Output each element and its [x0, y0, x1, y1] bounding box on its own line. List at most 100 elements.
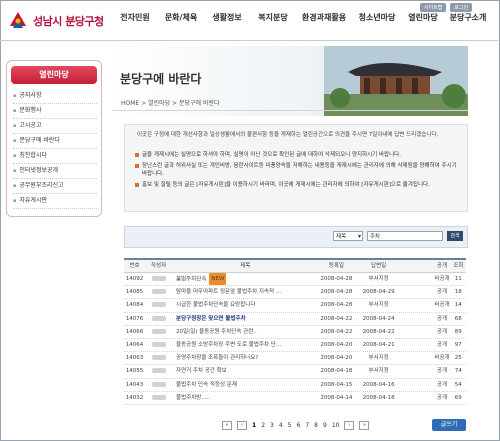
table-row[interactable]: 14084 시급한 불법주차단속을 요망합니다 2008-04-28 부서지정 비공개 1…: [124, 299, 466, 313]
table-row[interactable]: 14063 공영주차장을 조폭들이 관리하나요? 2008-04-20 부서지정 비공개…: [124, 352, 466, 366]
row-public: 비공개: [434, 302, 450, 309]
notice-item-deletion: 장난스런 글과 허위사실 또는 개인비방, 음란사이트등 미풍양속을 저해하는 …: [135, 162, 461, 178]
page-9[interactable]: 9: [323, 422, 327, 429]
nav-item-about[interactable]: 분당구소개: [444, 12, 492, 23]
row-title[interactable]: 자연거 주차 공간 확보: [172, 365, 314, 377]
first-page-icon[interactable]: «: [222, 421, 232, 430]
header-divider: [0, 40, 498, 41]
table-row[interactable]: 14043 불법주차 단속 적정성 문제 2008-04-15 2008-04-16 공…: [124, 379, 466, 392]
page-4[interactable]: 4: [279, 422, 283, 429]
row-answered: 2008-04-21: [362, 341, 395, 348]
row-views: 54: [454, 381, 462, 388]
page-10[interactable]: 10: [332, 422, 340, 429]
row-answer-spacer: [399, 273, 434, 285]
row-registered: 2008-04-14: [320, 394, 353, 401]
row-author: [145, 299, 172, 311]
nav-item-culture[interactable]: 문화/체육: [158, 12, 204, 23]
row-title[interactable]: 탐마을 머우아파트 정문앞 불법주차 지속적 ...: [172, 286, 314, 298]
row-views: 68: [454, 315, 462, 322]
row-answer-spacer: [399, 313, 434, 325]
row-registered: 2008-04-18: [320, 368, 353, 375]
author-redacted: [151, 289, 166, 295]
search-input[interactable]: 주차: [367, 231, 443, 241]
search-bar: 제목 주차 검색: [124, 226, 468, 248]
row-title[interactable]: 시급한 불법주차단속을 요망합니다: [172, 299, 314, 311]
author-redacted: [151, 368, 166, 374]
sidebar-item-requests[interactable]: 분당구에 바란다: [13, 134, 97, 149]
row-answer-spacer: [399, 299, 434, 311]
row-title[interactable]: 율동공원 소방주차장 주변 도로 불법주차 단...: [172, 339, 314, 351]
row-answered: 부서지정: [368, 276, 389, 282]
nav-item-youth[interactable]: 청소년마당: [352, 12, 402, 23]
sidebar-item-notice[interactable]: 공지사항: [13, 89, 97, 104]
row-registered: 2008-04-28: [320, 302, 353, 309]
page-6[interactable]: 6: [297, 422, 301, 429]
page-2[interactable]: 2: [261, 422, 265, 429]
search-button[interactable]: 검색: [447, 231, 463, 241]
table-row[interactable]: 14085 탐마을 머우아파트 정문앞 불법주차 지속적 ... 2008-04-2…: [124, 286, 466, 300]
row-answer-spacer: [399, 379, 434, 391]
row-answered: 2008-04-16: [362, 381, 395, 388]
nav-item-civil[interactable]: 전자민원: [112, 12, 158, 23]
author-redacted: [151, 381, 166, 387]
next-page-icon[interactable]: ›: [344, 421, 355, 430]
table-row[interactable]: 14092 불법주차단속 NEW 2008-04-28 부서지정 비공개 11: [124, 273, 466, 287]
sitemap-link[interactable]: 사이트맵: [420, 3, 447, 12]
page-1[interactable]: 1: [252, 422, 256, 429]
page-8[interactable]: 8: [314, 422, 318, 429]
sidebar-item-corruption-report[interactable]: 공무원부조리신고: [13, 179, 97, 194]
site-logo[interactable]: 성남시 분당구청: [6, 6, 116, 36]
row-public: 비공개: [434, 276, 450, 282]
sidebar-item-events[interactable]: 문화행사: [13, 104, 97, 119]
author-redacted: [151, 328, 166, 334]
row-number: 14043: [125, 381, 144, 388]
author-redacted: [151, 315, 166, 321]
sidebar-item-announcements[interactable]: 고시공고: [13, 119, 97, 134]
row-title[interactable]: 불법주차방.....: [172, 392, 314, 404]
row-views: 69: [454, 394, 462, 401]
page-5[interactable]: 5: [288, 422, 292, 429]
global-nav: 전자민원 문화/체육 생활정보 복지분당 환경과재활용 청소년마당 열린마당 분…: [112, 12, 492, 23]
login-link[interactable]: 로그인: [450, 3, 473, 12]
row-views: 11: [454, 276, 462, 282]
nav-item-open-forum[interactable]: 열린마당: [402, 12, 444, 23]
last-page-icon[interactable]: »: [359, 421, 370, 430]
row-registered: 2008-04-28: [320, 289, 353, 296]
row-views: 97: [454, 341, 462, 348]
table-row[interactable]: 14066 20일(일) 율동공원 주차단속 관련.. 2008-04-22 2008…: [124, 326, 466, 339]
row-author: [145, 286, 172, 298]
table-row[interactable]: 14055 자연거 주차 공간 확보 2008-04-18 부서지정 공개 74: [124, 365, 466, 379]
sidebar-item-free-board[interactable]: 자유게시판: [13, 194, 97, 209]
row-title[interactable]: 20일(일) 율동공원 주차단속 관련..: [172, 326, 314, 338]
row-number: 14066: [125, 328, 144, 335]
nav-item-environment[interactable]: 환경과재활용: [296, 12, 352, 23]
nav-item-welfare[interactable]: 복지분당: [250, 12, 296, 23]
prev-page-icon[interactable]: ‹: [237, 421, 247, 430]
row-answered: 부서지정: [368, 355, 389, 362]
page-3[interactable]: 3: [270, 422, 274, 429]
notice-list: 글을 게재시에는 실명으로 하셔야 하며, 실명이 아닌 것으로 확인된 글에 …: [135, 151, 461, 192]
search-field-select[interactable]: 제목: [333, 231, 363, 242]
row-views: 74: [454, 368, 462, 375]
row-title[interactable]: 공영주차장을 조폭들이 관리하나요?: [172, 352, 314, 364]
sidebar-menu: 공지사항 문화행사 고시공고 분당구에 바란다 칭찬합시다 인터넷정보공개 공무…: [13, 89, 97, 209]
row-public: 공개: [436, 368, 448, 375]
table-row[interactable]: 14076 분당구청장은 맞으면 불법주차 2008-04-22 2008-04-24…: [124, 313, 466, 326]
table-row[interactable]: 14032 불법주차방..... 2008-04-14 2008-04-18 공개 69: [124, 392, 466, 405]
row-title[interactable]: 불법주차 단속 적정성 문제: [172, 379, 314, 391]
table-row[interactable]: 14064 율동공원 소방주차장 주변 도로 불법주차 단... 2008-04-2…: [124, 339, 466, 353]
sidebar-item-info-disclosure[interactable]: 인터넷정보공개: [13, 164, 97, 179]
sidebar: 열린마당 공지사항 문화행사 고시공고 분당구에 바란다 칭찬합시다 인터넷정보…: [6, 60, 102, 217]
nav-item-life[interactable]: 생활정보: [204, 12, 250, 23]
page-7[interactable]: 7: [305, 422, 309, 429]
row-public: 공개: [436, 289, 448, 296]
row-author: [145, 392, 172, 404]
row-registered: 2008-04-20: [320, 341, 353, 348]
row-public: 공개: [436, 328, 448, 335]
page-title: 분당구에 바란다: [120, 72, 202, 86]
sidebar-item-praise[interactable]: 칭찬합시다: [13, 149, 97, 164]
write-button[interactable]: 글쓰기: [432, 419, 466, 431]
row-title[interactable]: 불법주차단속 NEW: [172, 273, 314, 285]
row-answered: 2008-04-29: [362, 289, 395, 296]
row-title[interactable]: 분당구청장은 맞으면 불법주차: [172, 313, 314, 325]
